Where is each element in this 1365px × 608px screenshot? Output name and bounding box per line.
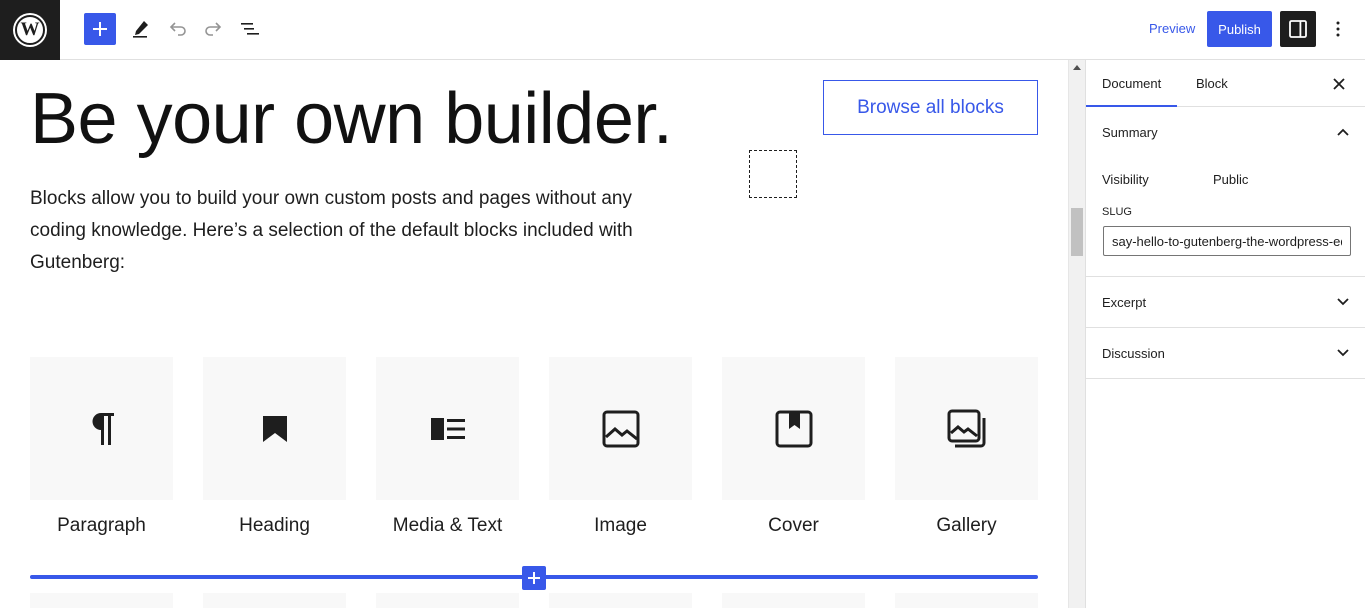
visibility-label: Visibility: [1102, 172, 1149, 187]
block-label: Media & Text: [392, 515, 503, 536]
editor-header: W Preview Publish: [0, 0, 1365, 60]
block-tile-partial: [376, 593, 519, 608]
summary-panel-body: Visibility Public SLUG: [1086, 157, 1365, 276]
post-heading[interactable]: Be your own builder.: [30, 78, 673, 160]
plus-icon: [93, 22, 107, 36]
undo-button[interactable]: [162, 13, 194, 45]
blocks-showcase: Paragraph Heading Media & Text Image Cov…: [30, 357, 1038, 557]
more-options-button[interactable]: [1324, 13, 1352, 45]
discussion-panel: Discussion: [1086, 328, 1365, 379]
redo-icon: [205, 22, 222, 36]
block-tile-partial: [203, 593, 346, 608]
publish-button[interactable]: Publish: [1207, 11, 1272, 47]
block-label: Gallery: [936, 515, 997, 536]
panel-title: Excerpt: [1102, 294, 1147, 310]
bookmark-icon: [262, 415, 287, 442]
summary-panel-toggle[interactable]: Summary: [1086, 107, 1365, 157]
canvas-scrollbar[interactable]: [1068, 60, 1085, 608]
block-tile: [203, 357, 346, 500]
empty-block-placeholder[interactable]: [749, 150, 797, 198]
undo-icon: [169, 22, 186, 36]
intro-paragraph[interactable]: Blocks allow you to build your own custo…: [30, 183, 690, 279]
close-icon: [1333, 78, 1345, 90]
chevron-down-icon: [1337, 298, 1349, 306]
block-label: Paragraph: [57, 515, 146, 536]
panel-title: Discussion: [1102, 345, 1165, 361]
block-tile: [549, 357, 692, 500]
wordpress-logo-button[interactable]: W: [0, 0, 60, 60]
block-tile: [376, 357, 519, 500]
panel-title: Summary: [1102, 124, 1158, 140]
block-card-gallery[interactable]: Gallery: [895, 357, 1038, 537]
summary-panel: Summary Visibility Public SLUG: [1086, 107, 1365, 277]
block-tile: [30, 357, 173, 500]
tab-document[interactable]: Document: [1086, 60, 1178, 107]
plus-icon: [528, 572, 540, 584]
editor-canvas: Be your own builder. Browse all blocks B…: [0, 60, 1068, 608]
block-card-image[interactable]: Image: [549, 357, 692, 537]
block-inserter-button[interactable]: [84, 13, 116, 45]
gallery-icon: [947, 409, 985, 447]
tools-button[interactable]: [125, 13, 157, 45]
cover-icon: [775, 410, 812, 447]
block-label: Cover: [768, 515, 819, 536]
block-card-media-text[interactable]: Media & Text: [376, 357, 519, 537]
block-tile: [722, 357, 865, 500]
browse-all-blocks-button[interactable]: Browse all blocks: [823, 80, 1038, 135]
more-vertical-icon: [1336, 21, 1340, 37]
settings-toggle-button[interactable]: [1280, 11, 1316, 47]
wordpress-logo-icon: W: [13, 13, 47, 47]
preview-button[interactable]: Preview: [1139, 13, 1205, 45]
redo-button[interactable]: [197, 13, 229, 45]
scroll-up-arrow-icon[interactable]: [1073, 65, 1081, 70]
block-tile: [895, 357, 1038, 500]
pencil-icon: [133, 21, 148, 38]
block-tile-partial: [722, 593, 865, 608]
block-tile-partial: [895, 593, 1038, 608]
media-text-icon: [430, 417, 465, 440]
paragraph-icon: [92, 412, 114, 445]
block-tile-partial: [30, 593, 173, 608]
block-card-paragraph[interactable]: Paragraph: [30, 357, 173, 537]
excerpt-panel-toggle[interactable]: Excerpt: [1086, 277, 1365, 327]
insert-block-between-button[interactable]: [522, 566, 546, 590]
tab-block[interactable]: Block: [1180, 60, 1244, 107]
sidebar-tabs: Document Block: [1086, 60, 1365, 107]
block-card-heading[interactable]: Heading: [203, 357, 346, 537]
slug-input[interactable]: [1103, 226, 1351, 256]
discussion-panel-toggle[interactable]: Discussion: [1086, 328, 1365, 378]
list-view-icon: [241, 23, 259, 35]
scrollbar-thumb[interactable]: [1071, 208, 1083, 256]
block-card-cover[interactable]: Cover: [722, 357, 865, 537]
chevron-up-icon: [1337, 128, 1349, 136]
excerpt-panel: Excerpt: [1086, 277, 1365, 328]
visibility-value-button[interactable]: Public: [1213, 172, 1248, 187]
settings-sidebar: Document Block Summary Visibility Public…: [1085, 60, 1365, 608]
block-label: Image: [594, 515, 647, 536]
sidebar-icon: [1289, 20, 1307, 38]
chevron-down-icon: [1337, 349, 1349, 357]
document-outline-button[interactable]: [234, 13, 266, 45]
block-tile-partial: [549, 593, 692, 608]
block-label: Heading: [239, 515, 310, 536]
image-icon: [602, 410, 639, 447]
slug-label: SLUG: [1102, 206, 1132, 218]
close-sidebar-button[interactable]: [1327, 72, 1351, 96]
